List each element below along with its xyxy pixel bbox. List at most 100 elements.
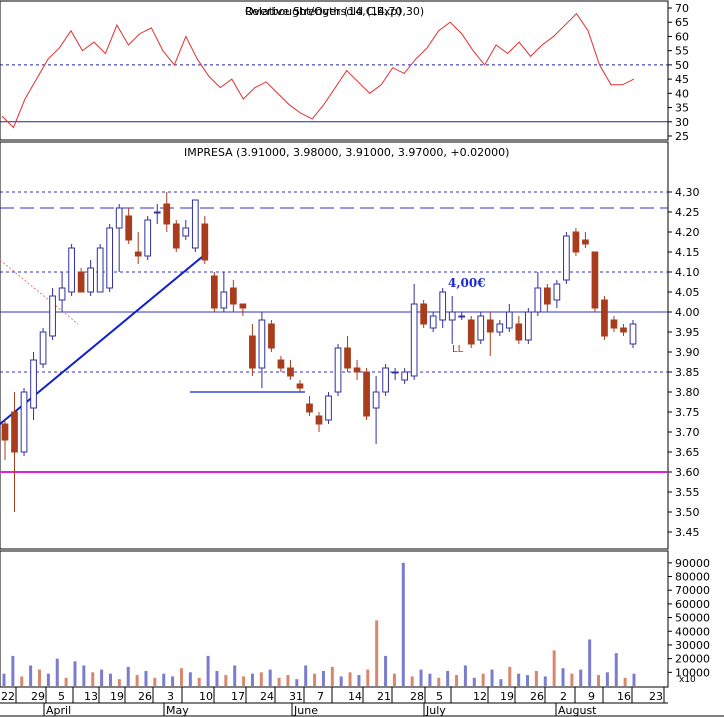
- volume-panel: [2, 562, 636, 686]
- volume-bar: [499, 679, 503, 686]
- candle-body: [163, 203, 171, 225]
- candle-body: [591, 251, 599, 309]
- candle-body: [201, 223, 209, 261]
- x-day-label: 28: [410, 690, 424, 703]
- candle-body: [477, 315, 485, 341]
- candle-body: [601, 299, 608, 337]
- x-day-label: 21: [377, 690, 391, 703]
- candle-body: [96, 247, 104, 293]
- volume-bar: [366, 669, 370, 686]
- x-day-label: 9: [588, 690, 595, 703]
- candle-body: [486, 319, 494, 333]
- volume-tick-label: 40000: [675, 625, 710, 638]
- volume-bar: [37, 669, 41, 686]
- price-tick-label: 4.10: [675, 266, 700, 279]
- chart-canvas: 253035404550556065703.453.503.553.603.65…: [0, 0, 724, 717]
- candle-body: [458, 315, 466, 318]
- volume-bar: [419, 669, 423, 686]
- x-day-label: 2: [560, 690, 567, 703]
- x-month-label: June: [293, 704, 318, 717]
- x-day-label: 31: [289, 690, 303, 703]
- x-day-label: 10: [199, 690, 213, 703]
- candle-body: [296, 383, 304, 389]
- x-day-label: 19: [500, 690, 514, 703]
- candle-body: [544, 287, 551, 305]
- volume-bar: [508, 666, 512, 686]
- x-month-label: April: [46, 704, 71, 717]
- price-tick-label: 3.80: [675, 386, 700, 399]
- volume-bar: [375, 620, 379, 686]
- x-day-label: 13: [84, 690, 98, 703]
- volume-bar: [29, 665, 33, 686]
- candle-body: [182, 227, 190, 237]
- candle-body: [220, 291, 228, 309]
- price-tick-label: 3.95: [675, 326, 700, 339]
- candle-body: [144, 219, 152, 257]
- x-month-label: August: [558, 704, 597, 717]
- rsi-tick-label: 40: [675, 87, 689, 100]
- candle-body: [563, 235, 570, 281]
- candle-body: [439, 291, 447, 321]
- price-tick-label: 3.60: [675, 466, 700, 479]
- price-tick-label: 4.15: [675, 246, 700, 259]
- volume-bar: [437, 677, 441, 686]
- price-tick-label: 4.00: [675, 306, 700, 319]
- candle-body: [125, 215, 133, 241]
- panel-frame: [0, 550, 669, 688]
- volume-bar: [242, 676, 246, 686]
- price-tick-label: 3.45: [675, 526, 700, 539]
- volume-bar: [357, 675, 361, 686]
- price-tick-label: 3.70: [675, 426, 700, 439]
- candle-body: [87, 267, 94, 293]
- price-title: IMPRESA (3.91000, 3.98000, 3.91000, 3.97…: [184, 146, 509, 159]
- volume-bar: [73, 661, 77, 686]
- candle-body: [572, 231, 580, 253]
- volume-bar: [561, 668, 565, 686]
- price-panel: [0, 191, 668, 512]
- candle-body: [58, 287, 66, 301]
- x-day-label: 26: [138, 690, 152, 703]
- volume-bar: [490, 669, 494, 686]
- candle-body: [153, 211, 161, 214]
- rsi-tick-label: 35: [675, 102, 689, 115]
- volume-tick-label: 90000: [675, 557, 710, 570]
- candle-body: [401, 371, 408, 381]
- volume-bar: [55, 658, 59, 686]
- volume-bar: [153, 677, 157, 686]
- volume-bar: [534, 670, 538, 686]
- candle-body: [249, 335, 256, 369]
- rsi-tick-label: 45: [675, 73, 689, 86]
- candle-body: [505, 311, 513, 329]
- rsi-line: [1, 12, 635, 129]
- volume-bar: [259, 672, 263, 686]
- volume-bar: [82, 665, 86, 686]
- volume-bar: [348, 672, 352, 686]
- rsi-tick-label: 55: [675, 45, 689, 58]
- candle-body: [629, 323, 637, 345]
- candle-body: [306, 403, 313, 413]
- candle-body: [77, 271, 85, 293]
- candle-body: [325, 395, 332, 421]
- volume-bar: [321, 670, 325, 686]
- x-month-label: May: [166, 704, 189, 717]
- volume-bar: [304, 665, 308, 686]
- volume-bar: [472, 677, 476, 686]
- volume-bar: [126, 666, 130, 686]
- volume-bar: [206, 655, 210, 686]
- candle-body: [11, 411, 18, 453]
- x-day-label: 5: [58, 690, 65, 703]
- volume-bar: [597, 675, 601, 686]
- candle-body: [30, 359, 37, 409]
- price-tick-label: 4.20: [675, 226, 700, 239]
- candle-body: [287, 367, 294, 377]
- rsi-tick-label: 50: [675, 59, 689, 72]
- volume-bar: [623, 677, 627, 686]
- candle-body: [420, 303, 428, 325]
- volume-bar: [108, 673, 112, 686]
- volume-bar: [632, 673, 636, 686]
- volume-bar: [552, 650, 556, 686]
- candle-body: [315, 415, 323, 425]
- volume-bar: [543, 676, 547, 686]
- volume-bar: [330, 666, 334, 686]
- price-tick-label: 3.90: [675, 346, 700, 359]
